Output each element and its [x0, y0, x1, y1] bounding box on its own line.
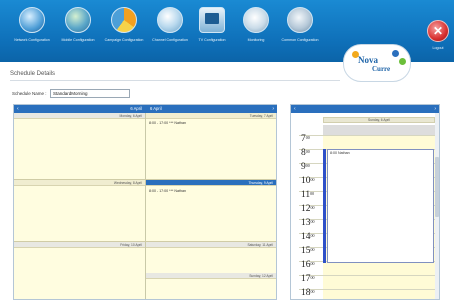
logo-text: Nova [358, 55, 378, 65]
schedule-name-label: Schedule Name : [12, 91, 47, 96]
toolbar-item-label: TV Configuration [198, 38, 226, 42]
pie-chart-icon [111, 7, 137, 33]
hour-label: 800 [301, 148, 310, 158]
next-week-button[interactable]: › [272, 105, 274, 113]
toolbar-item-label: Network Configuration [14, 38, 50, 42]
toolbar-item-mobile[interactable]: Mobile Configuration [58, 7, 98, 59]
day-view-header: ‹ › [291, 105, 439, 113]
prev-day-button[interactable]: ‹ [294, 105, 296, 113]
logo-dot [392, 50, 399, 57]
week-header-left: ‹ 6 April [14, 105, 146, 113]
calendar-event[interactable]: 8:00 - 17:00 *** Nathan [149, 189, 186, 193]
hour-line [299, 135, 435, 136]
day-header-monday[interactable]: Monday, 6 April [14, 113, 145, 119]
gears-icon [287, 7, 313, 33]
toolbar-item-label: Monitoring [247, 38, 265, 42]
hour-label: 900 [301, 162, 310, 172]
week-header-right: 6 April › [146, 105, 277, 113]
toolbar-item-label: Channel Configuration [152, 38, 188, 42]
toolbar-item-campaign[interactable]: Campaign Configuration [104, 7, 144, 59]
hour-label: 1600 [301, 260, 315, 270]
all-day-row [323, 125, 435, 135]
day-header-tuesday[interactable]: Tuesday, 7 April [146, 113, 276, 119]
logo-dot [399, 58, 406, 65]
calendar-event[interactable]: 8:00 - 17:00 *** Nathan [149, 121, 186, 125]
event-color-bar [323, 149, 326, 263]
hour-label: 1800 [301, 288, 315, 298]
logo-text: Curre [372, 65, 391, 73]
toolbar-item-tv[interactable]: TV Configuration [192, 7, 232, 59]
toolbar-item-monitoring[interactable]: Monitoring [236, 7, 276, 59]
toolbar-item-label: Campaign Configuration [104, 38, 144, 42]
day-view: ‹ › Sunday, 6 April 700 800 900 1000 110… [290, 104, 440, 300]
week-calendar: ‹ 6 April 6 April › Monday, 6 April Tues… [13, 104, 277, 300]
gauge-icon [243, 7, 269, 33]
day-view-event[interactable]: 8:00 Nathan [327, 149, 434, 263]
event-text: 8:00 Nathan [330, 151, 350, 155]
scrollbar-thumb[interactable] [435, 157, 439, 217]
company-logo: Nova Curre [343, 44, 411, 82]
hour-line [299, 275, 435, 276]
toolbar-item-common[interactable]: Common Configuration [280, 7, 320, 59]
monitor-icon [199, 7, 225, 33]
toolbar-item-channel[interactable]: Channel Configuration [150, 7, 190, 59]
week-header-title: 6 April [150, 106, 162, 111]
hour-label: 1300 [301, 218, 315, 228]
hour-label: 1200 [301, 204, 315, 214]
hour-label: 1500 [301, 246, 315, 256]
prev-week-button[interactable]: ‹ [17, 105, 19, 113]
hour-label: 1100 [301, 190, 315, 200]
schedule-name-input[interactable]: StandardMorning [50, 89, 130, 98]
hour-label: 1000 [301, 176, 315, 186]
ball-icon [157, 7, 183, 33]
schedule-details-page: Network Configuration Mobile Configurati… [0, 0, 454, 304]
close-icon: ✕ [432, 24, 444, 38]
day-header-friday[interactable]: Friday, 10 April [14, 242, 145, 248]
logout-button[interactable]: ✕ [427, 20, 449, 42]
day-header-thursday[interactable]: Thursday, 9 April [146, 180, 276, 186]
day-header-sunday[interactable]: Sunday, 12 April [146, 273, 276, 279]
hour-label: 1700 [301, 274, 315, 284]
hour-label: 1400 [301, 232, 315, 242]
toolbar-item-label: Common Configuration [281, 38, 319, 42]
hour-line [299, 289, 435, 290]
divider [10, 80, 340, 81]
toolbar-item-label: Mobile Configuration [61, 38, 95, 42]
day-header-saturday[interactable]: Saturday, 11 April [146, 242, 276, 248]
week-header-title: 6 April [130, 106, 142, 111]
globe-network-icon [65, 7, 91, 33]
day-view-scrollbar[interactable] [435, 113, 439, 299]
toolbar-item-network[interactable]: Network Configuration [12, 7, 52, 59]
logout-label: Logout [432, 46, 444, 50]
day-view-date: Sunday, 6 April [323, 117, 435, 123]
day-header-wednesday[interactable]: Wednesday, 8 April [14, 180, 145, 186]
column-divider [145, 113, 146, 299]
page-title: Schedule Details [10, 71, 56, 77]
hour-label: 700 [301, 134, 310, 144]
globe-icon [19, 7, 45, 33]
next-day-button[interactable]: › [434, 105, 436, 113]
